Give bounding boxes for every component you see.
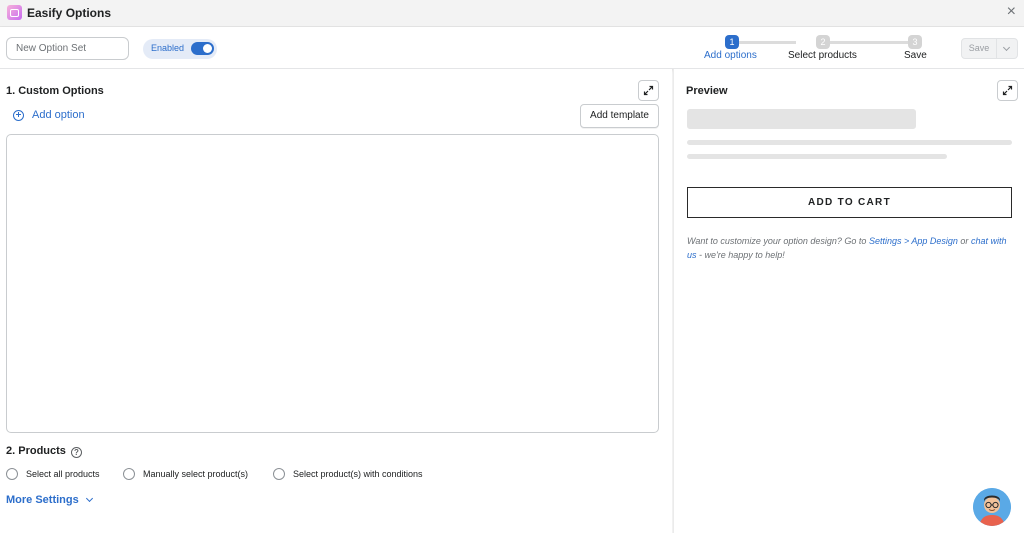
step-2-marker[interactable]: 2 — [816, 35, 830, 49]
more-settings-label: More Settings — [6, 494, 79, 506]
options-list-area — [6, 134, 659, 433]
step-1-label[interactable]: Add options — [704, 50, 757, 61]
note-text: Want to customize your option design? Go… — [687, 236, 869, 246]
step-1-marker[interactable]: 1 — [725, 35, 739, 49]
radio-select-all-products[interactable]: Select all products — [6, 468, 100, 480]
app-logo-icon — [7, 5, 22, 20]
add-option-button[interactable]: Add option — [13, 109, 85, 121]
expand-icon — [1002, 85, 1013, 96]
note-text: - we're happy to help! — [696, 250, 785, 260]
avatar-icon — [973, 488, 1011, 526]
support-chat-avatar[interactable] — [973, 488, 1011, 526]
expand-preview-button[interactable] — [997, 80, 1018, 101]
editor-panel: 1. Custom Options Add option Add templat… — [0, 69, 672, 533]
option-set-name-input[interactable] — [6, 37, 129, 60]
save-button[interactable]: Save — [961, 38, 997, 59]
products-heading: 2. Products — [6, 445, 66, 457]
help-circle-icon[interactable]: ? — [71, 447, 82, 458]
enabled-toggle-group[interactable]: Enabled — [143, 39, 217, 59]
radio-label: Select all products — [26, 469, 100, 479]
close-icon[interactable]: × — [1007, 4, 1016, 20]
add-template-button[interactable]: Add template — [580, 104, 659, 128]
custom-options-heading: 1. Custom Options — [6, 85, 104, 97]
step-3-marker[interactable]: 3 — [908, 35, 922, 49]
more-settings-toggle[interactable]: More Settings — [6, 494, 93, 506]
radio-label: Select product(s) with conditions — [293, 469, 423, 479]
skeleton-product-title — [687, 109, 916, 129]
app-title: Easify Options — [27, 6, 112, 20]
plus-circle-icon — [13, 109, 24, 121]
radio-button[interactable] — [273, 468, 285, 480]
preview-help-text: Want to customize your option design? Go… — [687, 234, 1015, 262]
enabled-label: Enabled — [151, 43, 185, 53]
radio-button[interactable] — [6, 468, 18, 480]
preview-panel: Preview ADD TO CART Want to customize yo… — [673, 69, 1024, 533]
chevron-down-icon — [85, 494, 93, 503]
step-2-label[interactable]: Select products — [788, 50, 857, 61]
skeleton-line — [687, 154, 947, 159]
title-bar: Easify Options × — [0, 0, 1024, 27]
step-connector — [736, 41, 796, 44]
radio-label: Manually select product(s) — [143, 469, 249, 479]
radio-manually-select-products[interactable]: Manually select product(s) — [123, 468, 248, 480]
preview-heading: Preview — [686, 85, 728, 97]
settings-app-design-link[interactable]: Settings > App Design — [869, 236, 958, 246]
enabled-toggle[interactable] — [191, 42, 214, 55]
step-connector — [828, 41, 908, 44]
add-to-cart-button[interactable]: ADD TO CART — [687, 187, 1012, 218]
progress-stepper: 1 Add options 2 Select products 3 Save — [700, 34, 950, 64]
step-3-label[interactable]: Save — [904, 50, 927, 61]
radio-button[interactable] — [123, 468, 135, 480]
expand-editor-button[interactable] — [638, 80, 659, 101]
radio-products-with-conditions[interactable]: Select product(s) with conditions — [273, 468, 423, 480]
add-option-label: Add option — [32, 109, 85, 121]
expand-icon — [643, 85, 654, 96]
skeleton-line — [687, 140, 1012, 145]
save-options-dropdown-button[interactable] — [997, 38, 1018, 59]
note-text: or — [957, 236, 971, 246]
